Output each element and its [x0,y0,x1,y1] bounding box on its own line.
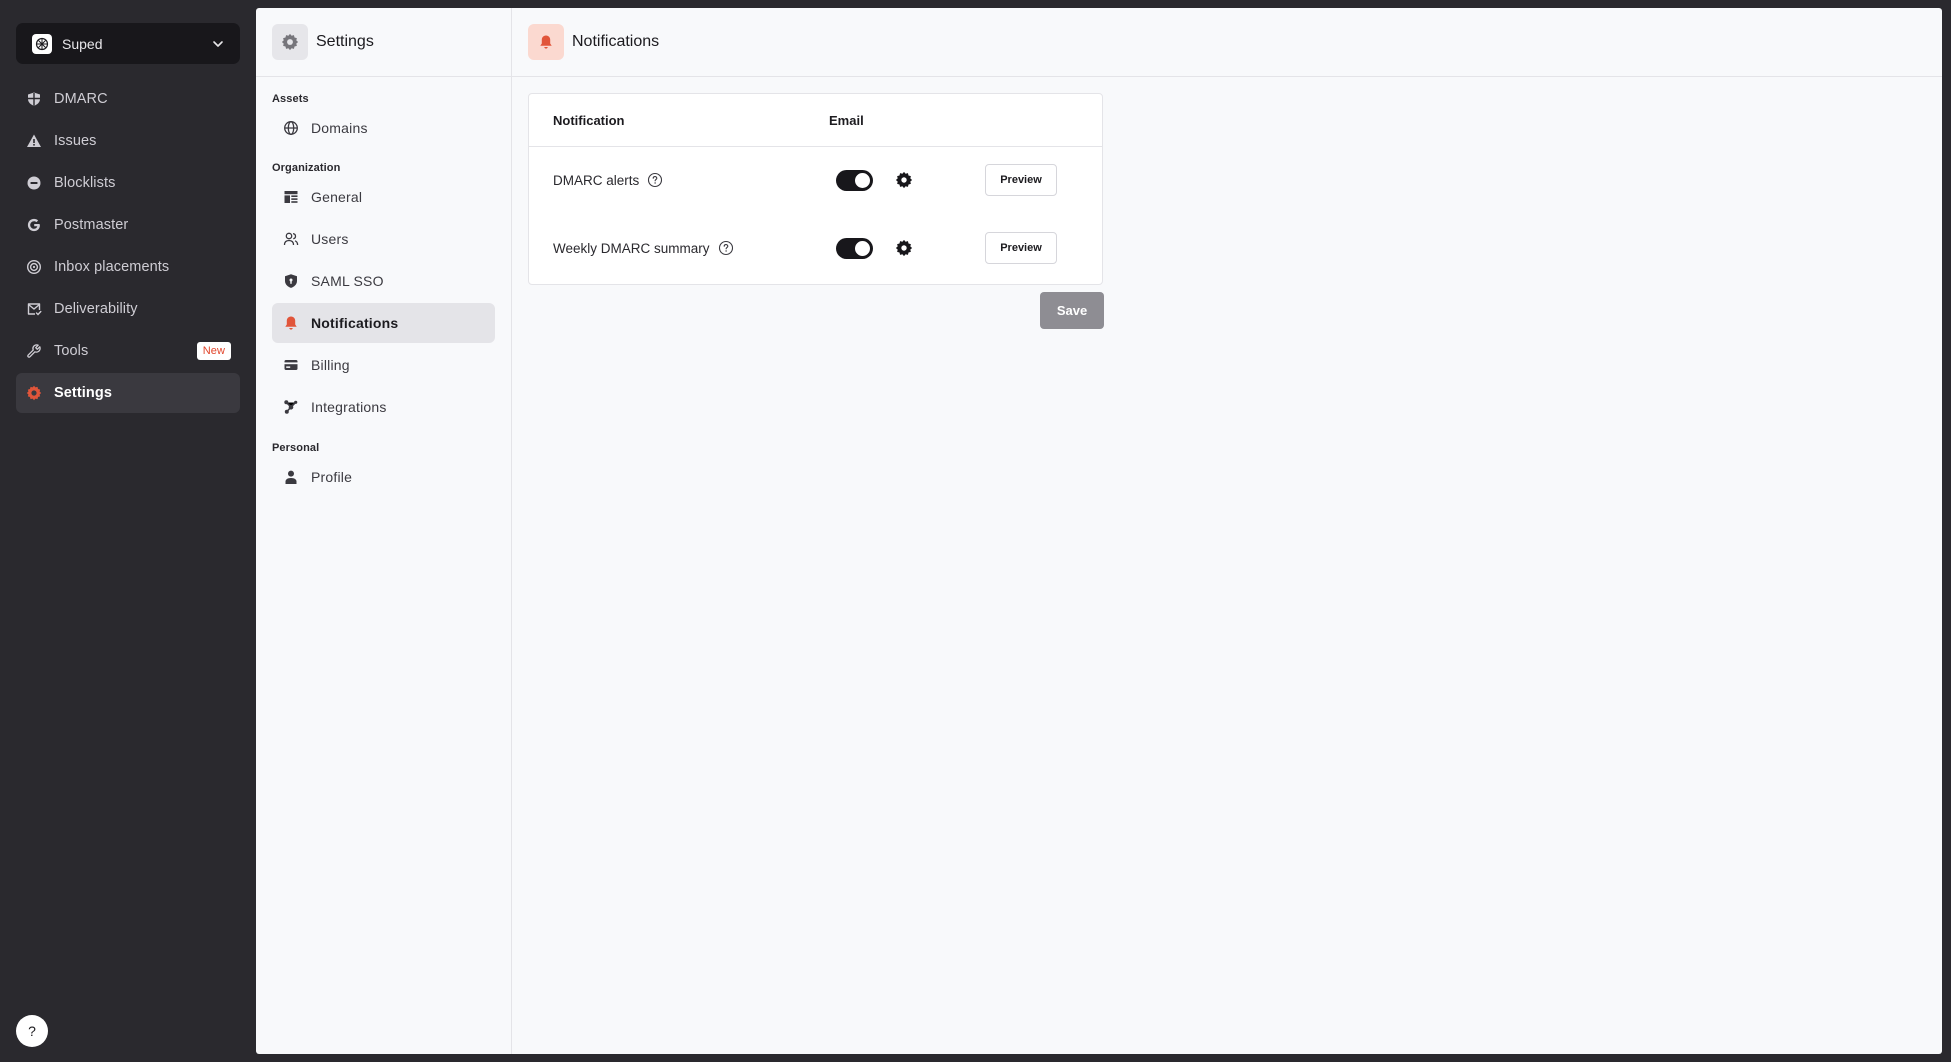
page-title: Notifications [572,33,660,50]
notification-label: Weekly DMARC summary [553,240,710,256]
integrations-icon [282,398,300,416]
nav-item-label: Postmaster [54,217,129,233]
settings-item-label: SAML SSO [311,273,384,289]
save-button[interactable]: Save [1040,292,1104,329]
help-circle-icon[interactable] [718,240,734,256]
settings-item-label: Profile [311,469,353,485]
nav-item-label: Deliverability [54,301,138,317]
settings-item-label: Billing [311,357,350,373]
preview-button[interactable]: Preview [985,164,1057,196]
nav-item-dmarc[interactable]: DMARC [16,79,240,119]
new-badge: New [196,342,231,360]
help-button[interactable]: ? [16,1015,48,1047]
table-row: DMARC alerts Preview [529,162,1102,198]
person-icon [282,468,300,486]
nav-item-label: Issues [54,133,97,149]
mail-check-icon [25,300,43,318]
settings-item-users[interactable]: Users [272,219,495,259]
main-nav: DMARC Issues Blocklists Postmaster Inbox… [16,79,240,415]
gear-icon [25,384,43,402]
target-icon [25,258,43,276]
warning-triangle-icon [25,132,43,150]
settings-item-label: Domains [311,120,368,136]
globe-icon [282,119,300,137]
settings-item-profile[interactable]: Profile [272,457,495,497]
settings-sidebar: Settings Assets Domains Organization Gen… [256,8,512,1054]
users-icon [282,230,300,248]
workspace-logo-icon [32,33,52,54]
settings-item-general[interactable]: General [272,177,495,217]
notification-name: DMARC alerts [553,172,663,188]
section-label-personal: Personal [272,442,320,454]
gear-icon[interactable] [895,171,913,189]
settings-item-label: General [311,189,363,205]
workspace-name: Suped [62,35,103,52]
nav-item-label: Blocklists [54,175,116,191]
shield-icon [25,90,43,108]
bell-icon [528,24,564,60]
table-row: Weekly DMARC summary Preview [529,230,1102,266]
settings-item-notifications[interactable]: Notifications [272,303,495,343]
toggle-knob [855,240,870,256]
notifications-table: Notification Email DMARC alerts Preview [528,93,1103,285]
credit-card-icon [282,356,300,374]
wrench-icon [25,342,43,360]
workspace-switcher[interactable]: Suped [16,23,240,64]
nav-item-tools[interactable]: Tools New [16,331,240,371]
table-header: Notification Email [529,94,1102,147]
settings-gear-icon [272,24,308,60]
notifications-content: Notifications Notification Email DMARC a… [512,8,1942,1054]
nav-item-postmaster[interactable]: Postmaster [16,205,240,245]
blocklist-icon [25,174,43,192]
settings-item-label: Users [311,231,349,247]
nav-item-deliverability[interactable]: Deliverability [16,289,240,329]
layout-icon [282,188,300,206]
column-header-notification: Notification [553,112,625,128]
section-label-organization: Organization [272,162,341,174]
settings-item-label: Integrations [311,399,387,415]
chevron-down-icon [210,36,226,52]
settings-title: Settings [316,33,374,50]
google-g-icon [25,216,43,234]
bell-icon [282,314,300,332]
settings-item-domains[interactable]: Domains [272,108,495,148]
nav-item-inbox-placements[interactable]: Inbox placements [16,247,240,287]
nav-item-label: Inbox placements [54,259,170,275]
notification-name: Weekly DMARC summary [553,240,734,256]
notification-label: DMARC alerts [553,172,640,188]
nav-item-label: Tools [54,343,89,359]
settings-item-billing[interactable]: Billing [272,345,495,385]
settings-item-saml-sso[interactable]: SAML SSO [272,261,495,301]
settings-header: Settings [256,8,511,77]
help-circle-icon[interactable] [647,172,663,188]
email-toggle[interactable] [836,237,873,259]
settings-item-integrations[interactable]: Integrations [272,387,495,427]
toggle-knob [855,172,870,188]
preview-button[interactable]: Preview [985,232,1057,264]
main-sidebar: Suped DMARC Issues Blocklists Postmaster… [0,0,256,1062]
main-panel: Settings Assets Domains Organization Gen… [256,8,1942,1054]
nav-item-label: Settings [54,385,112,401]
nav-item-issues[interactable]: Issues [16,121,240,161]
column-header-email: Email [829,112,864,128]
settings-item-label: Notifications [311,315,399,331]
nav-item-settings[interactable]: Settings [16,373,240,413]
gear-icon[interactable] [895,239,913,257]
nav-item-label: DMARC [54,91,108,107]
section-label-assets: Assets [272,93,309,105]
app-window: Suped DMARC Issues Blocklists Postmaster… [0,0,1951,1062]
email-toggle[interactable] [836,169,873,191]
content-header: Notifications [512,8,1942,77]
nav-item-blocklists[interactable]: Blocklists [16,163,240,203]
shield-lock-icon [282,272,300,290]
